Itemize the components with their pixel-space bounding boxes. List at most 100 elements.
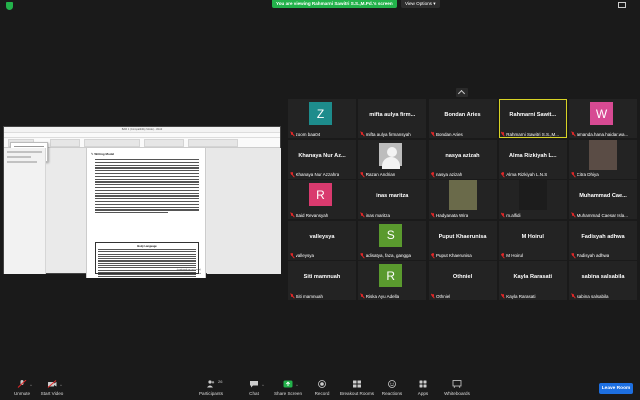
participant-name: Puput Khaerunisa — [436, 253, 472, 258]
participant-tile[interactable]: inas maritza inas maritza — [358, 180, 427, 219]
participant-tile[interactable]: mifta aulya firm... mifta aulya firmansya… — [358, 99, 427, 138]
reactions-icon — [388, 380, 396, 388]
participant-tile[interactable]: Hadyanata Wira — [428, 180, 497, 219]
participant-display-name: Puput Khaerunisa — [438, 233, 487, 240]
participant-tile[interactable]: Alma Rizkiyah L... Alma Rizkiyah L.N.S — [498, 139, 567, 179]
avatar: S — [379, 223, 403, 247]
participant-name: M Hoirul — [506, 253, 524, 258]
muted-mic-icon — [431, 212, 435, 218]
participant-tile[interactable]: Fadisyah adhwa Fadisyah adhwa — [569, 220, 637, 260]
participant-tile[interactable]: Citra Dhiya — [569, 139, 637, 179]
doc-heading: ✎ Writing Model — [91, 152, 115, 156]
profile-photo — [379, 142, 403, 169]
record-button[interactable]: Record — [302, 380, 342, 400]
participant-name-bar: Muhammad Caesar Isla... — [571, 212, 636, 218]
participant-display-name: valleysya — [309, 233, 335, 240]
participant-name: Riska Ayu Adella — [365, 293, 400, 299]
participant-display-name: Bondan Aries — [444, 112, 481, 118]
participant-name: mifta aulya firmansyah — [365, 131, 411, 137]
participant-tile[interactable]: nasya azizah nasya azizah — [428, 139, 497, 179]
participant-tile[interactable]: Siti mamnuah Siti mamnuah — [288, 261, 356, 300]
participant-name-bar: nasya azizah — [431, 172, 496, 178]
participant-tile[interactable]: m.alfidi — [498, 180, 567, 219]
participant-name-bar: Alma Rizkiyah L.N.S — [501, 172, 566, 178]
muted-mic-icon — [501, 212, 505, 218]
participant-name-bar: Kayla Rarasati — [501, 293, 566, 299]
participant-tile[interactable]: Sadisatya, faza, gangga — [358, 220, 427, 260]
participant-name: Alma Rizkiyah L.N.S — [506, 172, 548, 177]
shared-nav-pane — [4, 148, 46, 274]
doc-footer: Writer Statement — [184, 273, 201, 275]
participant-name: sabina salsabila — [576, 293, 609, 299]
participant-name: Bondan Aries — [436, 131, 463, 137]
participant-display-name: Alma Rizkiyah L... — [508, 152, 557, 159]
participant-gallery: Zzoom baa04 mifta aulya firm... mifta auly… — [288, 99, 637, 300]
participant-name: Kayla Rarasati — [506, 293, 536, 299]
participant-tile[interactable]: Bondan Aries Bondan Aries — [428, 99, 497, 138]
participant-tile[interactable]: Kayla Rarasati Kayla Rarasati — [498, 261, 567, 300]
share-screen-icon — [283, 380, 293, 388]
muted-mic-icon — [571, 131, 575, 137]
participant-tile[interactable]: Muhammad Cae... Muhammad Caesar Isla... — [569, 180, 637, 219]
participant-display-name: Muhammad Cae... — [579, 193, 627, 199]
screen-share-banner: You are viewing Rahmarni Sawitri S.S.,M.… — [272, 0, 397, 8]
muted-mic-icon — [571, 172, 575, 177]
muted-mic-icon — [431, 293, 435, 299]
muted-mic-icon — [501, 172, 505, 177]
participant-name-bar: Othniel — [431, 293, 496, 299]
leave-room-button[interactable]: Leave Room — [599, 383, 633, 394]
participant-tile[interactable]: valleysya valleysya — [288, 220, 356, 260]
meeting-toolbar: ^ Unmute ^ Start Video 26 Participants ^… — [0, 374, 640, 400]
participant-name: m.alfidi — [506, 212, 521, 218]
participant-tile[interactable]: Khanaya Nur Az... Khanaya Nur Azzahra — [288, 139, 356, 179]
gallery-page-up-icon[interactable] — [456, 88, 468, 97]
muted-mic-icon — [501, 131, 505, 137]
participant-tile[interactable]: R Riska Ayu Adella — [358, 261, 427, 300]
participant-tile[interactable]: Rahmarni Sawit... Rahmarni Sawitri S.S.,M… — [498, 99, 567, 138]
participants-button[interactable]: 26 Participants — [191, 379, 231, 400]
chat-icon — [250, 381, 258, 388]
participant-name-bar: Rahmarni Sawitri S.S.,M... — [501, 131, 566, 137]
whiteboards-label: Whiteboards — [444, 391, 470, 396]
participants-label: Participants — [198, 391, 223, 396]
view-options-button[interactable]: View Options ▾ — [401, 0, 440, 8]
participant-name: Said Revansyah — [295, 212, 329, 218]
participant-name: Citra Dhiya — [576, 172, 599, 177]
muted-mic-icon — [290, 212, 294, 218]
breakout-rooms-button[interactable]: Breakout Rooms — [337, 380, 377, 400]
participant-name: inas maritza — [365, 212, 391, 218]
participant-name: Razan Andrian — [365, 172, 396, 177]
muted-mic-icon — [431, 253, 435, 258]
shared-screen[interactable]: BAR 1 (Compatibility Mode) - Word ✎ Writ… — [3, 126, 281, 278]
start-video-button[interactable]: ^ Start Video — [32, 380, 72, 400]
participant-tile[interactable]: R Said Revansyah — [288, 180, 356, 219]
security-shield-icon[interactable] — [6, 2, 13, 10]
participant-name: Rahmarni Sawitri S.S.,M... — [506, 131, 560, 137]
shared-document-page: ✎ Writing Model Body Language (continued… — [86, 148, 206, 278]
avatar: R — [379, 264, 403, 287]
participant-tile[interactable]: Wamanda.hana.haidar.wa... — [569, 99, 637, 138]
muted-mic-icon — [431, 172, 435, 177]
breakout-rooms-label: Breakout Rooms — [339, 391, 375, 396]
participant-display-name: nasya azizah — [445, 152, 480, 159]
participant-name-bar: Khanaya Nur Azzahra — [290, 172, 355, 178]
participant-tile[interactable]: Razan Andrian — [358, 139, 427, 179]
participant-name-bar: Fadisyah adhwa — [571, 253, 636, 259]
participant-display-name: Kayla Rarasati — [513, 274, 553, 280]
participant-display-name: Rahmarni Sawit... — [509, 112, 557, 118]
participants-count: 26 — [218, 379, 223, 384]
participant-tile[interactable]: sabina salsabila sabina salsabila — [569, 261, 637, 300]
participant-video — [589, 139, 617, 170]
doc-paragraph — [95, 159, 199, 215]
participant-tile[interactable]: Zzoom baa04 — [288, 99, 356, 138]
fullscreen-icon[interactable] — [618, 2, 626, 8]
participant-name: adisatya, faza, gangga — [365, 253, 412, 258]
participant-display-name: sabina salsabila — [581, 274, 625, 280]
participant-name: nasya azizah — [436, 172, 463, 177]
participant-name: zoom baa04 — [295, 131, 321, 137]
start-video-label: Start Video — [40, 391, 64, 396]
whiteboards-button[interactable]: Whiteboards — [437, 380, 477, 400]
participant-tile[interactable]: M Hoirul M Hoirul — [498, 220, 567, 260]
participant-tile[interactable]: Othniel Othniel — [428, 261, 497, 300]
participant-tile[interactable]: Puput Khaerunisa Puput Khaerunisa — [428, 220, 497, 260]
